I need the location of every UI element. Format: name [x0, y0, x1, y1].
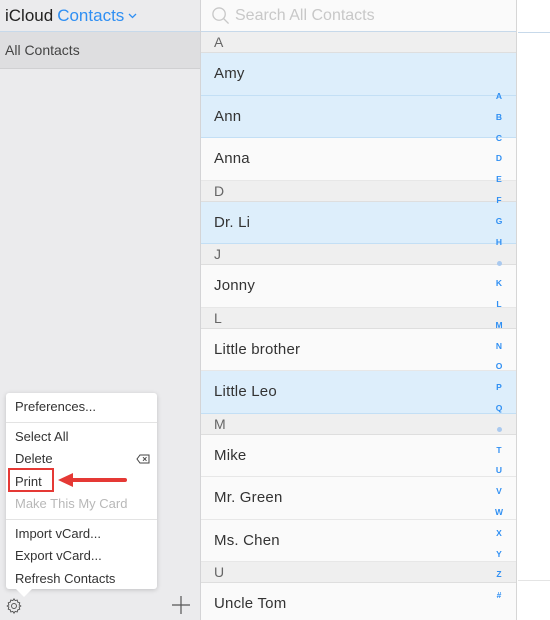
menu-separator: [6, 421, 157, 423]
section-header: J: [201, 244, 516, 265]
contact-row[interactable]: Dr. Li: [201, 201, 516, 244]
contact-list: A Amy Ann Anna D Dr. Li J Jonny L Little brother L…: [201, 32, 516, 620]
index-letter[interactable]: O: [491, 356, 507, 377]
alphabet-index[interactable]: A B C D E F G H K L M N O P Q T U V W X Y Z #: [491, 86, 507, 606]
menu-item-label: Refresh Contacts: [15, 570, 116, 586]
icloud-contacts-app: iCloud Contacts All Contacts Search All …: [0, 0, 550, 620]
index-letter[interactable]: B: [491, 107, 507, 128]
menu-separator: [6, 518, 157, 520]
app-switcher[interactable]: Contacts: [57, 6, 124, 26]
index-letter[interactable]: V: [491, 481, 507, 502]
index-letter[interactable]: A: [491, 86, 507, 107]
menu-item-label: Select All: [15, 428, 69, 444]
section-header: U: [201, 562, 516, 583]
index-letter[interactable]: #: [491, 585, 507, 606]
plus-icon[interactable]: [171, 595, 191, 615]
sidebar-item-all-contacts[interactable]: All Contacts: [0, 32, 200, 69]
menu-item-make-this-my-card: Make This My Card: [6, 493, 157, 516]
contact-row[interactable]: Jonny: [201, 265, 516, 308]
index-letter[interactable]: K: [491, 273, 507, 294]
contact-row[interactable]: Amy: [201, 53, 516, 96]
index-letter[interactable]: X: [491, 523, 507, 544]
index-letter[interactable]: N: [491, 336, 507, 357]
menu-item-label: Import vCard...: [15, 525, 101, 541]
contact-row[interactable]: Anna: [201, 138, 516, 181]
index-dot[interactable]: [491, 419, 507, 440]
contact-row[interactable]: Little Leo: [201, 371, 516, 414]
index-letter[interactable]: Y: [491, 544, 507, 565]
index-letter[interactable]: T: [491, 440, 507, 461]
app-header: iCloud Contacts: [0, 0, 200, 32]
section-header: D: [201, 180, 516, 202]
sidebar-item-label: All Contacts: [5, 42, 80, 58]
search-input[interactable]: [235, 6, 495, 25]
index-letter[interactable]: P: [491, 377, 507, 398]
section-header: A: [201, 32, 516, 53]
menu-item-label: Delete: [15, 451, 53, 466]
divider: [518, 580, 550, 581]
menu-item-preferences[interactable]: Preferences...: [6, 396, 157, 419]
index-letter[interactable]: F: [491, 190, 507, 211]
index-letter[interactable]: D: [491, 148, 507, 169]
menu-item-label: Preferences...: [15, 399, 96, 414]
index-letter[interactable]: U: [491, 460, 507, 481]
search-icon: [212, 7, 230, 25]
section-header: L: [201, 307, 516, 329]
menu-item-export-vcard[interactable]: Export vCard...: [6, 545, 157, 568]
index-letter[interactable]: Q: [491, 398, 507, 419]
dot-icon: [496, 260, 502, 266]
gear-icon[interactable]: [5, 597, 23, 615]
index-letter[interactable]: M: [491, 315, 507, 336]
section-header: M: [201, 413, 516, 435]
contact-row[interactable]: Ann: [201, 95, 516, 138]
menu-item-import-vcard[interactable]: Import vCard...: [6, 523, 157, 546]
index-dot[interactable]: [491, 252, 507, 273]
index-letter[interactable]: H: [491, 232, 507, 253]
contact-detail-pane: [518, 0, 550, 620]
contacts-list-pane: AAmyAnnAnnaDDr. LiJJonnyLLittle brotherL…: [201, 0, 517, 620]
contact-row[interactable]: Mike: [201, 434, 516, 477]
index-letter[interactable]: C: [491, 128, 507, 149]
chevron-down-icon[interactable]: [128, 11, 137, 22]
contact-row[interactable]: Little brother: [201, 328, 516, 371]
print-highlight-annotation: [8, 468, 54, 492]
index-letter[interactable]: W: [491, 502, 507, 523]
arrow-left-icon: [58, 473, 127, 487]
contact-row[interactable]: Mr. Green: [201, 477, 516, 520]
menu-item-label: Export vCard...: [15, 548, 102, 563]
contact-row[interactable]: Ms. Chen: [201, 519, 516, 562]
divider: [518, 32, 550, 33]
delete-key-icon: [136, 454, 150, 464]
brand-label: iCloud: [5, 5, 54, 25]
search-bar: [201, 0, 516, 32]
contact-row[interactable]: Uncle Tom: [201, 583, 516, 620]
menu-item-label: Make This My Card: [15, 496, 128, 511]
index-letter[interactable]: L: [491, 294, 507, 315]
dot-icon: [496, 427, 502, 432]
index-letter[interactable]: E: [491, 169, 507, 190]
menu-item-select-all[interactable]: Select All: [6, 426, 157, 449]
menu-item-refresh-contacts[interactable]: Refresh Contacts: [6, 568, 157, 591]
index-letter[interactable]: Z: [491, 564, 507, 585]
index-letter[interactable]: G: [491, 211, 507, 232]
